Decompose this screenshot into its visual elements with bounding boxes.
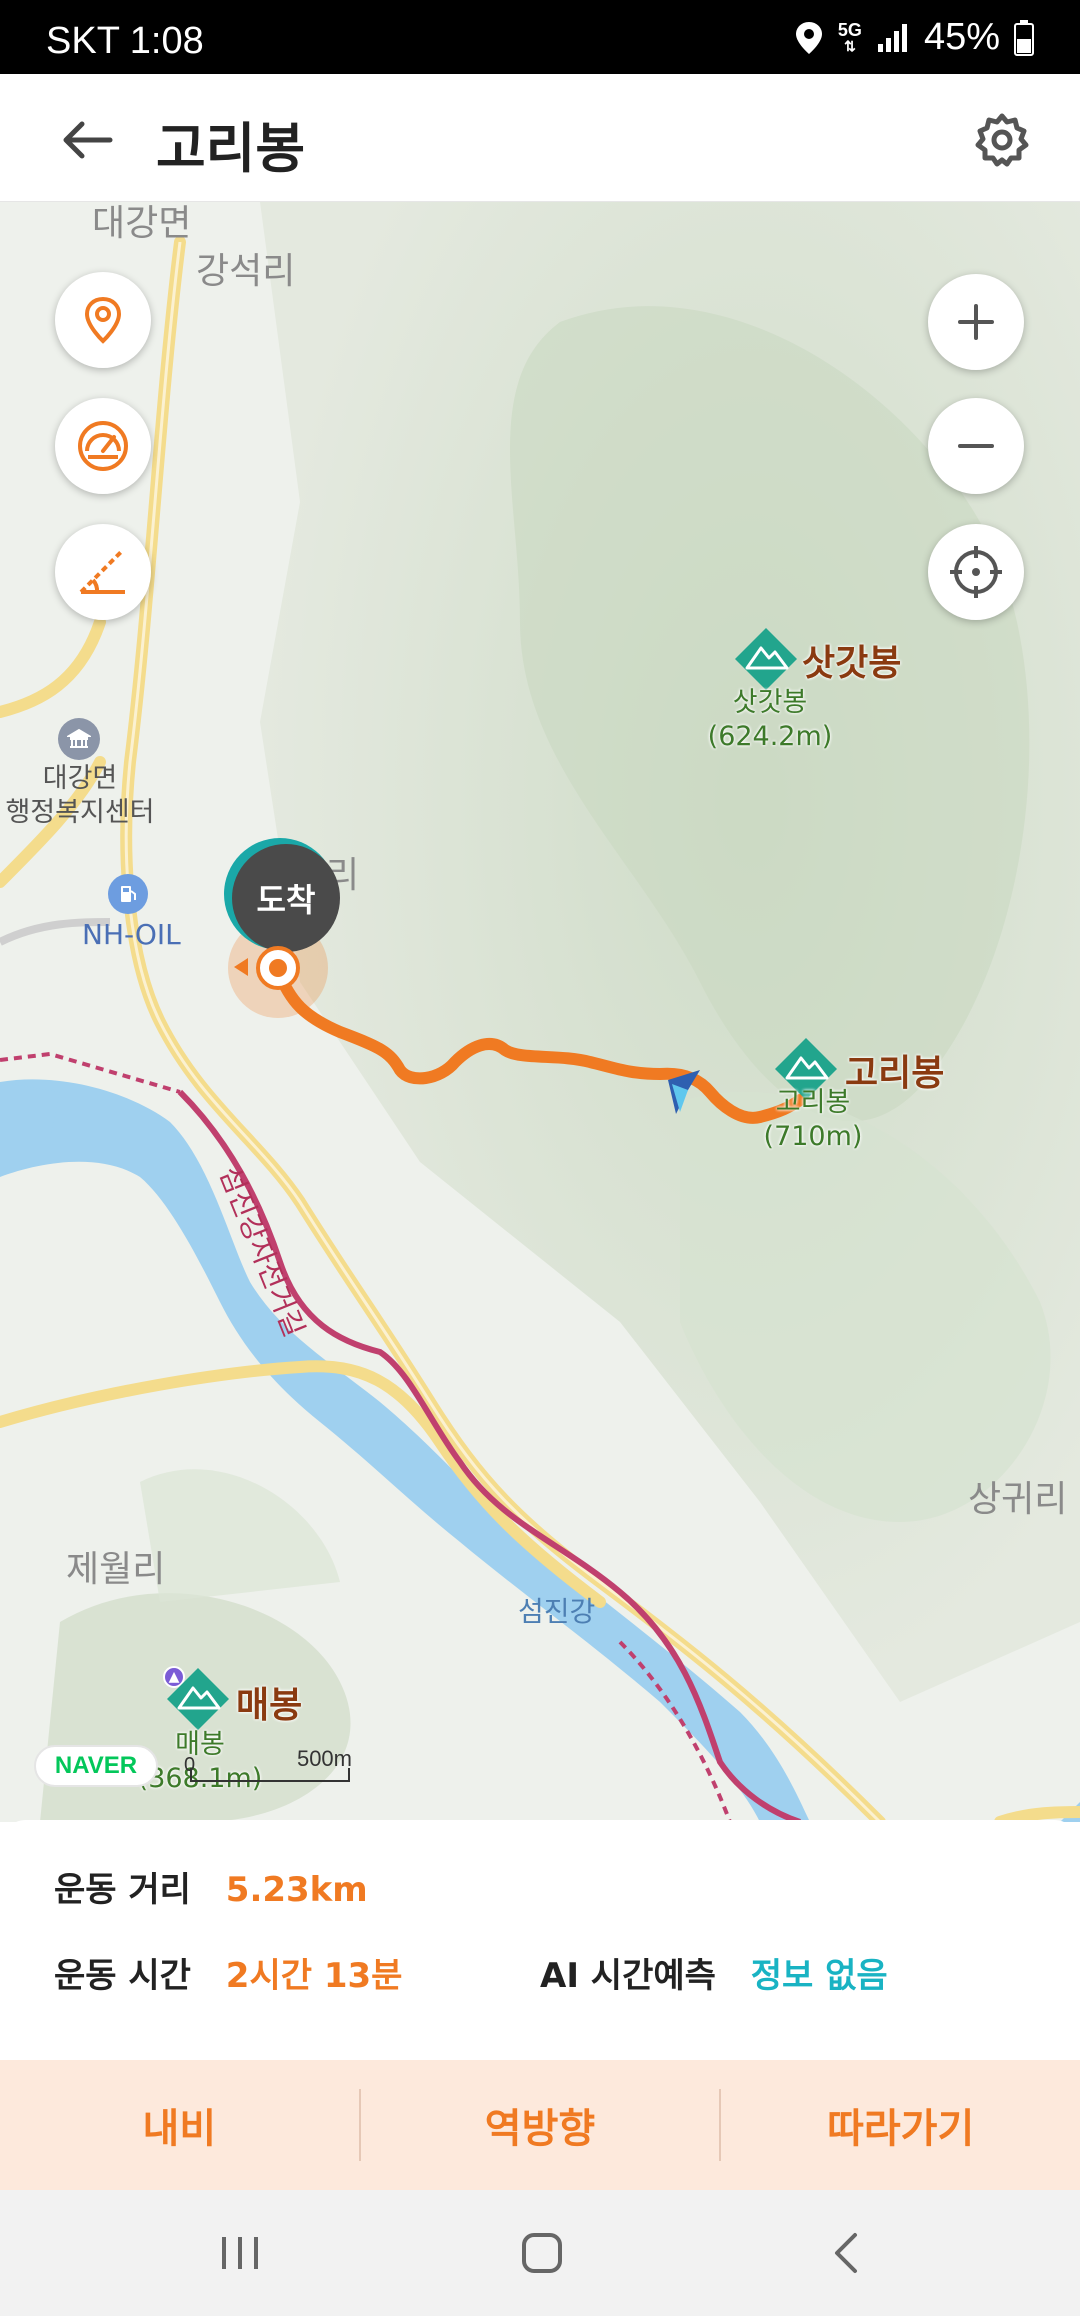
current-location-button[interactable] xyxy=(928,524,1024,620)
label-satgatbong-sub: 삿갓봉 (624.2m) xyxy=(700,686,840,754)
system-navigation-bar xyxy=(0,2190,1080,2316)
map-pin-icon xyxy=(84,296,122,344)
arrival-badge[interactable]: 도착 xyxy=(232,844,340,952)
network-5g-icon: 5G ⇅ xyxy=(837,19,862,54)
arrow-left-icon xyxy=(63,121,113,159)
back-button[interactable] xyxy=(50,102,126,178)
signal-icon xyxy=(876,22,910,54)
system-back-button[interactable] xyxy=(806,2220,886,2286)
label-seomjin-river: 섬진강 xyxy=(518,1595,596,1628)
satgatbong-elevation: (624.2m) xyxy=(707,721,833,752)
government-office-icon xyxy=(58,718,100,760)
zoom-out-button[interactable] xyxy=(928,398,1024,494)
ai-prediction-row: AI 시간예측 정보 없음 xyxy=(540,1948,888,1997)
location-pin-button[interactable] xyxy=(55,272,151,368)
settings-button[interactable] xyxy=(964,102,1040,178)
distance-value: 5.23km xyxy=(225,1870,368,1910)
route-stats-panel: 운동 거리 5.23km 운동 시간 2시간 13분 AI 시간예측 정보 없음 xyxy=(0,1820,1080,2060)
satgatbong-sub-name: 삿갓봉 xyxy=(732,687,808,718)
action-bar: 내비 역방향 따라가기 xyxy=(0,2060,1080,2190)
label-satgatbong: 삿갓봉 xyxy=(802,643,902,684)
reverse-button[interactable]: 역방향 xyxy=(361,2060,720,2190)
top-app-bar: 고리봉 xyxy=(0,74,1080,202)
status-icons: 5G ⇅ 45% xyxy=(794,16,1034,59)
goribong-elevation: (710m) xyxy=(763,1121,863,1152)
carrier-label: SKT xyxy=(46,20,120,62)
status-bar: SKT 1:08 5G ⇅ 45% xyxy=(0,0,1080,74)
mountain-peak-icon xyxy=(735,628,797,690)
navi-label: 내비 xyxy=(142,2106,217,2152)
time-value: 2시간 13분 xyxy=(225,1956,403,1996)
label-maebong: 매봉 xyxy=(236,1685,303,1726)
distance-row: 운동 거리 5.23km xyxy=(54,1862,368,1911)
ai-label: AI 시간예측 xyxy=(540,1956,716,1996)
recent-apps-button[interactable] xyxy=(200,2220,280,2286)
naver-logo: NAVER xyxy=(34,1745,158,1787)
label-nh-oil: NH-OIL xyxy=(82,918,181,951)
label-jewol-ri: 제월리 xyxy=(66,1549,166,1590)
follow-label: 따라가기 xyxy=(827,2106,975,2152)
speedometer-button[interactable] xyxy=(55,398,151,494)
gear-icon xyxy=(975,113,1029,167)
slope-angle-icon xyxy=(79,550,125,594)
home-button[interactable] xyxy=(502,2220,582,2286)
time-label: 운동 시간 xyxy=(54,1956,191,1996)
status-carrier-time: SKT 1:08 xyxy=(46,20,204,63)
follow-button[interactable]: 따라가기 xyxy=(721,2060,1080,2190)
location-status-icon xyxy=(794,20,824,56)
crosshair-icon xyxy=(950,546,1002,598)
minus-icon xyxy=(958,444,994,448)
navi-button[interactable]: 내비 xyxy=(0,2060,359,2190)
plus-icon xyxy=(958,304,994,340)
label-sanggwi-ri: 상귀리 xyxy=(968,1479,1068,1520)
time-row: 운동 시간 2시간 13분 xyxy=(54,1948,402,1997)
battery-icon xyxy=(1014,19,1034,56)
network-label: 5G xyxy=(837,19,862,40)
label-gangseok-ri: 강석리 xyxy=(196,251,296,292)
label-goribong-sub: 고리봉 (710m) xyxy=(743,1086,883,1154)
clock: 1:08 xyxy=(129,20,204,62)
ai-value: 정보 없음 xyxy=(750,1956,888,1996)
chevron-left-icon xyxy=(835,2233,857,2273)
gas-station-icon xyxy=(108,874,148,914)
mountain-peak-icon xyxy=(167,1668,229,1730)
direction-left-icon xyxy=(234,958,248,976)
map-scale: 0 500m xyxy=(184,1746,352,1782)
arrival-label: 도착 xyxy=(256,881,316,919)
speedometer-icon xyxy=(78,421,128,471)
recent-apps-icon xyxy=(222,2237,258,2269)
brand-label: NAVER xyxy=(54,1752,138,1779)
scale-value: 500m xyxy=(296,1746,352,1771)
home-icon xyxy=(522,2233,562,2273)
arrival-point-icon xyxy=(256,946,300,990)
goribong-sub-name: 고리봉 xyxy=(775,1087,851,1118)
label-office: 대강면 행정복지센터 xyxy=(5,763,155,828)
label-daegang-myeon: 대강면 xyxy=(92,203,192,244)
scale-zero: 0 xyxy=(184,1754,196,1776)
distance-label: 운동 거리 xyxy=(54,1870,191,1910)
map-view[interactable]: 대강면 강석리 리 제월리 상귀리 섬진강 섬진강자전거길 대강면 행정복지센터… xyxy=(0,202,1080,1822)
page-title: 고리봉 xyxy=(156,117,306,180)
zoom-in-button[interactable] xyxy=(928,274,1024,370)
slope-button[interactable] xyxy=(55,524,151,620)
battery-percent: 45% xyxy=(923,16,1000,58)
reverse-label: 역방향 xyxy=(484,2106,596,2152)
